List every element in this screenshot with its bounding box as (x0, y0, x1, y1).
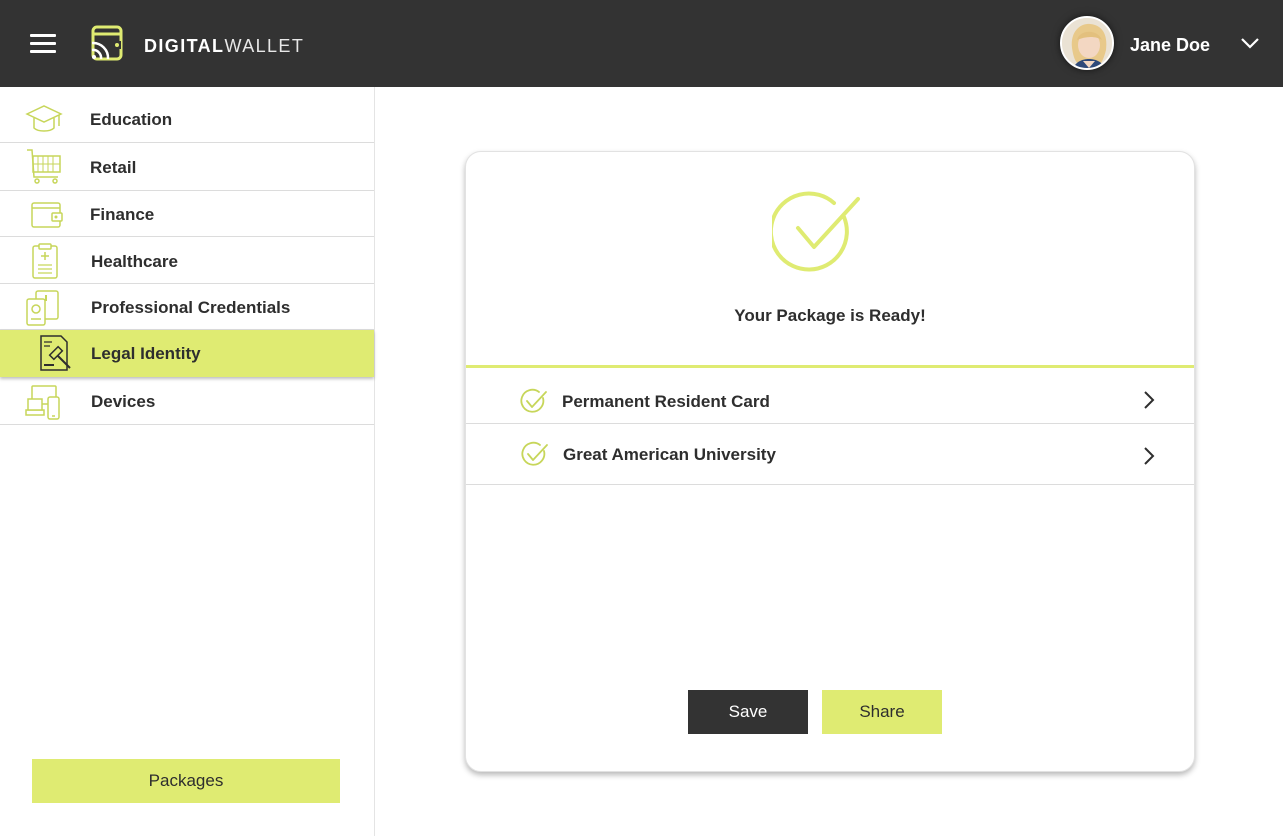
chevron-down-icon[interactable] (1240, 36, 1260, 50)
user-avatar-image (1062, 18, 1112, 68)
logo-bold-text: DIGITAL (144, 36, 225, 56)
sidebar-item-education[interactable]: Education (0, 97, 374, 143)
user-name[interactable]: Jane Doe (1130, 35, 1210, 56)
sidebar: Education Retail Finance Healthcare Prof… (0, 87, 375, 836)
sidebar-item-professional-credentials[interactable]: Professional Credentials (0, 284, 374, 330)
app-logo-text: DIGITALWALLET (144, 36, 304, 57)
package-item-row[interactable]: Great American University (466, 424, 1194, 484)
shopping-cart-icon (27, 149, 61, 184)
sidebar-item-devices[interactable]: Devices (0, 377, 374, 425)
package-item-title: Permanent Resident Card (562, 392, 770, 411)
chevron-right-icon[interactable] (1142, 389, 1156, 411)
sidebar-item-label: Professional Credentials (91, 298, 291, 317)
sidebar-item-label: Education (90, 110, 173, 129)
row-divider (466, 484, 1194, 485)
check-circle-icon (521, 441, 548, 466)
sidebar-item-retail[interactable]: Retail (0, 143, 374, 191)
share-button[interactable]: Share (822, 690, 942, 734)
wallet-logo-icon (91, 25, 123, 61)
id-badge-icon (26, 290, 59, 326)
chevron-right-icon[interactable] (1142, 445, 1156, 467)
devices-icon (25, 385, 60, 420)
sidebar-item-finance[interactable]: Finance (0, 191, 374, 237)
package-item-title: Great American University (563, 445, 776, 464)
sidebar-item-healthcare[interactable]: Healthcare (0, 237, 374, 284)
sidebar-item-label: Devices (91, 392, 156, 411)
package-ready-message: Your Package is Ready! (734, 306, 926, 325)
package-item-row[interactable]: Permanent Resident Card (466, 368, 1194, 423)
sidebar-item-label: Finance (90, 205, 155, 224)
save-button[interactable]: Save (688, 690, 808, 734)
packages-button[interactable]: Packages (32, 759, 340, 803)
top-bar: DIGITALWALLET Jane Doe (0, 0, 1283, 87)
sidebar-item-label: Legal Identity (91, 344, 201, 363)
wallet-icon (31, 202, 63, 228)
check-circle-icon (772, 191, 860, 272)
graduation-cap-icon (25, 105, 63, 132)
avatar[interactable] (1060, 16, 1114, 70)
hamburger-menu-icon[interactable] (30, 34, 56, 54)
check-circle-icon (520, 388, 547, 413)
clipboard-medical-icon (32, 243, 58, 279)
sidebar-item-label: Healthcare (91, 252, 178, 271)
logo-light-text: WALLET (224, 36, 305, 56)
sidebar-item-label: Retail (90, 158, 137, 177)
sidebar-item-legal-identity[interactable]: Legal Identity (0, 330, 374, 377)
package-card: Your Package is Ready! Permanent Residen… (465, 151, 1195, 772)
gavel-document-icon (40, 335, 71, 371)
